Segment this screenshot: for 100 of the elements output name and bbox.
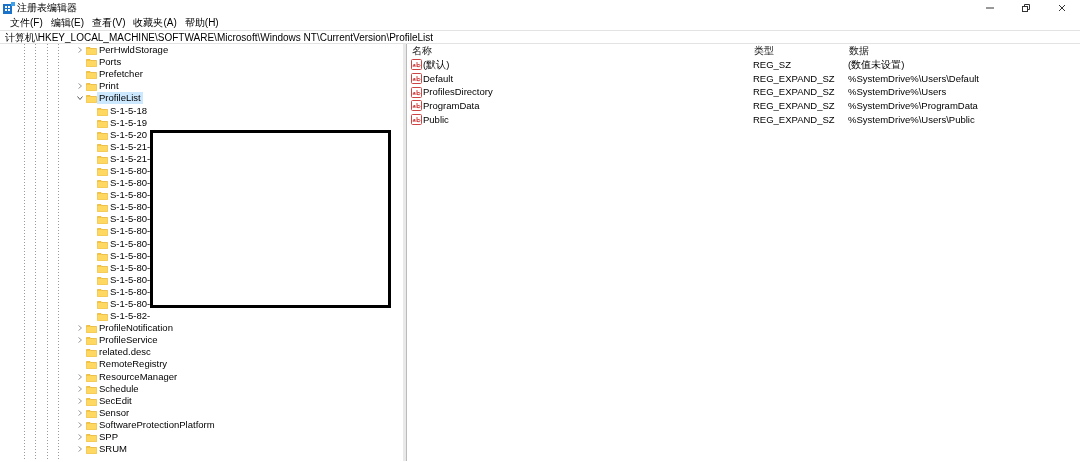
tree-item[interactable]: S-1-5-80- xyxy=(108,201,153,214)
folder-icon xyxy=(97,105,108,116)
address-field[interactable]: 计算机\HKEY_LOCAL_MACHINE\SOFTWARE\Microsoft\Windows NT\CurrentVersion\ProfileList xyxy=(5,32,434,43)
tree-item[interactable]: S-1-5-18 xyxy=(108,104,149,117)
string-value-icon xyxy=(411,73,422,85)
tree-item[interactable]: S-1-5-80- xyxy=(108,165,153,177)
expand-chevron-icon[interactable] xyxy=(76,325,83,332)
string-value-icon xyxy=(411,59,422,71)
menu-item[interactable]: 帮助(H) xyxy=(180,15,223,30)
tree-item[interactable]: ProfileNotification xyxy=(97,322,175,335)
column-header[interactable]: 名称 xyxy=(411,44,753,58)
value-type: REG_SZ xyxy=(753,58,792,72)
folder-icon xyxy=(86,395,97,406)
tree-item[interactable]: SPP xyxy=(97,431,120,444)
tree-item[interactable]: Ports xyxy=(97,56,124,69)
folder-icon xyxy=(97,286,108,297)
expand-chevron-icon[interactable] xyxy=(76,385,83,392)
menu-item[interactable]: 文件(F) xyxy=(6,15,47,30)
tree-item[interactable]: RemoteRegistry xyxy=(97,358,170,371)
expand-chevron-icon[interactable] xyxy=(76,409,83,416)
folder-icon xyxy=(97,274,108,285)
value-type: REG_EXPAND_SZ xyxy=(753,99,836,113)
column-header[interactable]: 数据 xyxy=(848,44,1080,58)
folder-icon xyxy=(86,432,97,443)
folder-icon xyxy=(86,335,97,346)
folder-icon xyxy=(97,238,108,249)
tree-item[interactable]: S-1-5-80- xyxy=(108,225,153,238)
value-name[interactable]: ProgramData xyxy=(423,99,480,113)
tree-item[interactable]: S-1-5-80- xyxy=(108,285,153,298)
tree-item[interactable]: PerHwldStorage xyxy=(97,44,171,57)
tree-item[interactable]: S-1-5-80- xyxy=(108,298,153,310)
tree-item[interactable]: ResourceManager xyxy=(97,370,180,383)
value-type: REG_EXPAND_SZ xyxy=(753,85,836,100)
folder-icon xyxy=(86,57,97,68)
tree-item[interactable]: Print xyxy=(97,80,121,93)
expand-chevron-icon[interactable] xyxy=(76,446,83,453)
tree-item[interactable]: Sensor xyxy=(97,406,132,419)
folder-icon xyxy=(97,262,108,273)
tree-item[interactable]: SRUM xyxy=(97,443,129,456)
tree-item[interactable]: SoftwareProtectionPlatform xyxy=(97,418,217,431)
value-data: %SystemDrive%\Users\Default xyxy=(848,71,980,86)
folder-icon xyxy=(97,226,108,237)
value-name[interactable]: ProfilesDirectory xyxy=(423,85,493,100)
menu-item[interactable]: 编辑(E) xyxy=(46,15,89,30)
tree-item[interactable]: S-1-5-20 xyxy=(108,128,149,141)
expand-chevron-icon[interactable] xyxy=(76,337,83,344)
collapse-chevron-icon[interactable] xyxy=(76,95,83,102)
expand-chevron-icon[interactable] xyxy=(76,47,83,54)
tree-item[interactable]: SecEdit xyxy=(97,394,134,407)
folder-icon xyxy=(86,383,97,394)
expand-chevron-icon[interactable] xyxy=(76,434,83,441)
tree-item[interactable]: S-1-5-80- xyxy=(108,213,153,226)
string-value-icon xyxy=(411,100,422,112)
app-icon xyxy=(2,1,15,14)
value-data: %SystemDrive%\Users xyxy=(848,85,948,100)
tree-item[interactable]: S-1-5-19 xyxy=(108,116,149,129)
folder-icon xyxy=(86,407,97,418)
value-name[interactable]: Default xyxy=(423,71,454,86)
tree-item[interactable]: S-1-5-80- xyxy=(108,237,153,250)
value-name[interactable]: Public xyxy=(423,112,449,127)
value-type: REG_EXPAND_SZ xyxy=(753,71,836,86)
tree-item[interactable]: ProfileService xyxy=(97,334,160,347)
tree-item[interactable]: ProfileList xyxy=(97,92,143,105)
tree-item[interactable]: S-1-5-80- xyxy=(108,261,153,274)
value-type: REG_EXPAND_SZ xyxy=(753,112,836,127)
folder-icon xyxy=(97,311,108,322)
folder-icon xyxy=(97,214,108,225)
folder-icon xyxy=(97,141,108,152)
folder-icon xyxy=(86,371,97,382)
tree-item[interactable]: S-1-5-80- xyxy=(108,177,153,190)
folder-icon xyxy=(86,444,97,455)
folder-icon xyxy=(97,129,108,140)
folder-icon xyxy=(97,202,108,213)
folder-icon xyxy=(97,153,108,164)
tree-item[interactable]: related.desc xyxy=(97,346,153,359)
folder-icon xyxy=(86,323,97,334)
string-value-icon xyxy=(411,114,422,126)
folder-icon xyxy=(97,299,108,309)
expand-chevron-icon[interactable] xyxy=(76,421,83,428)
folder-icon xyxy=(97,190,108,201)
tree-item[interactable]: S-1-5-21- xyxy=(108,140,153,153)
folder-icon xyxy=(97,250,108,261)
tree-item[interactable]: S-1-5-21- xyxy=(108,152,153,165)
tree-item[interactable]: S-1-5-80- xyxy=(108,249,153,262)
tree-item[interactable]: S-1-5-80- xyxy=(108,189,153,202)
expand-chevron-icon[interactable] xyxy=(76,83,83,90)
tree-item[interactable]: Prefetcher xyxy=(97,68,145,81)
menu-item[interactable]: 查看(V) xyxy=(88,15,130,30)
folder-icon xyxy=(97,178,108,189)
expand-chevron-icon[interactable] xyxy=(76,373,83,380)
folder-icon xyxy=(86,81,97,92)
menu-item[interactable]: 收藏夹(A) xyxy=(129,15,181,30)
column-header[interactable]: 类型 xyxy=(753,44,848,58)
tree-item[interactable]: S-1-5-80- xyxy=(108,273,153,286)
tree-item[interactable]: Schedule xyxy=(97,382,141,395)
folder-icon xyxy=(86,347,97,358)
tree-item[interactable]: S-1-5-82- xyxy=(108,310,153,323)
expand-chevron-icon[interactable] xyxy=(76,397,83,404)
value-name[interactable]: (默认) xyxy=(423,58,450,72)
folder-icon xyxy=(97,166,108,176)
